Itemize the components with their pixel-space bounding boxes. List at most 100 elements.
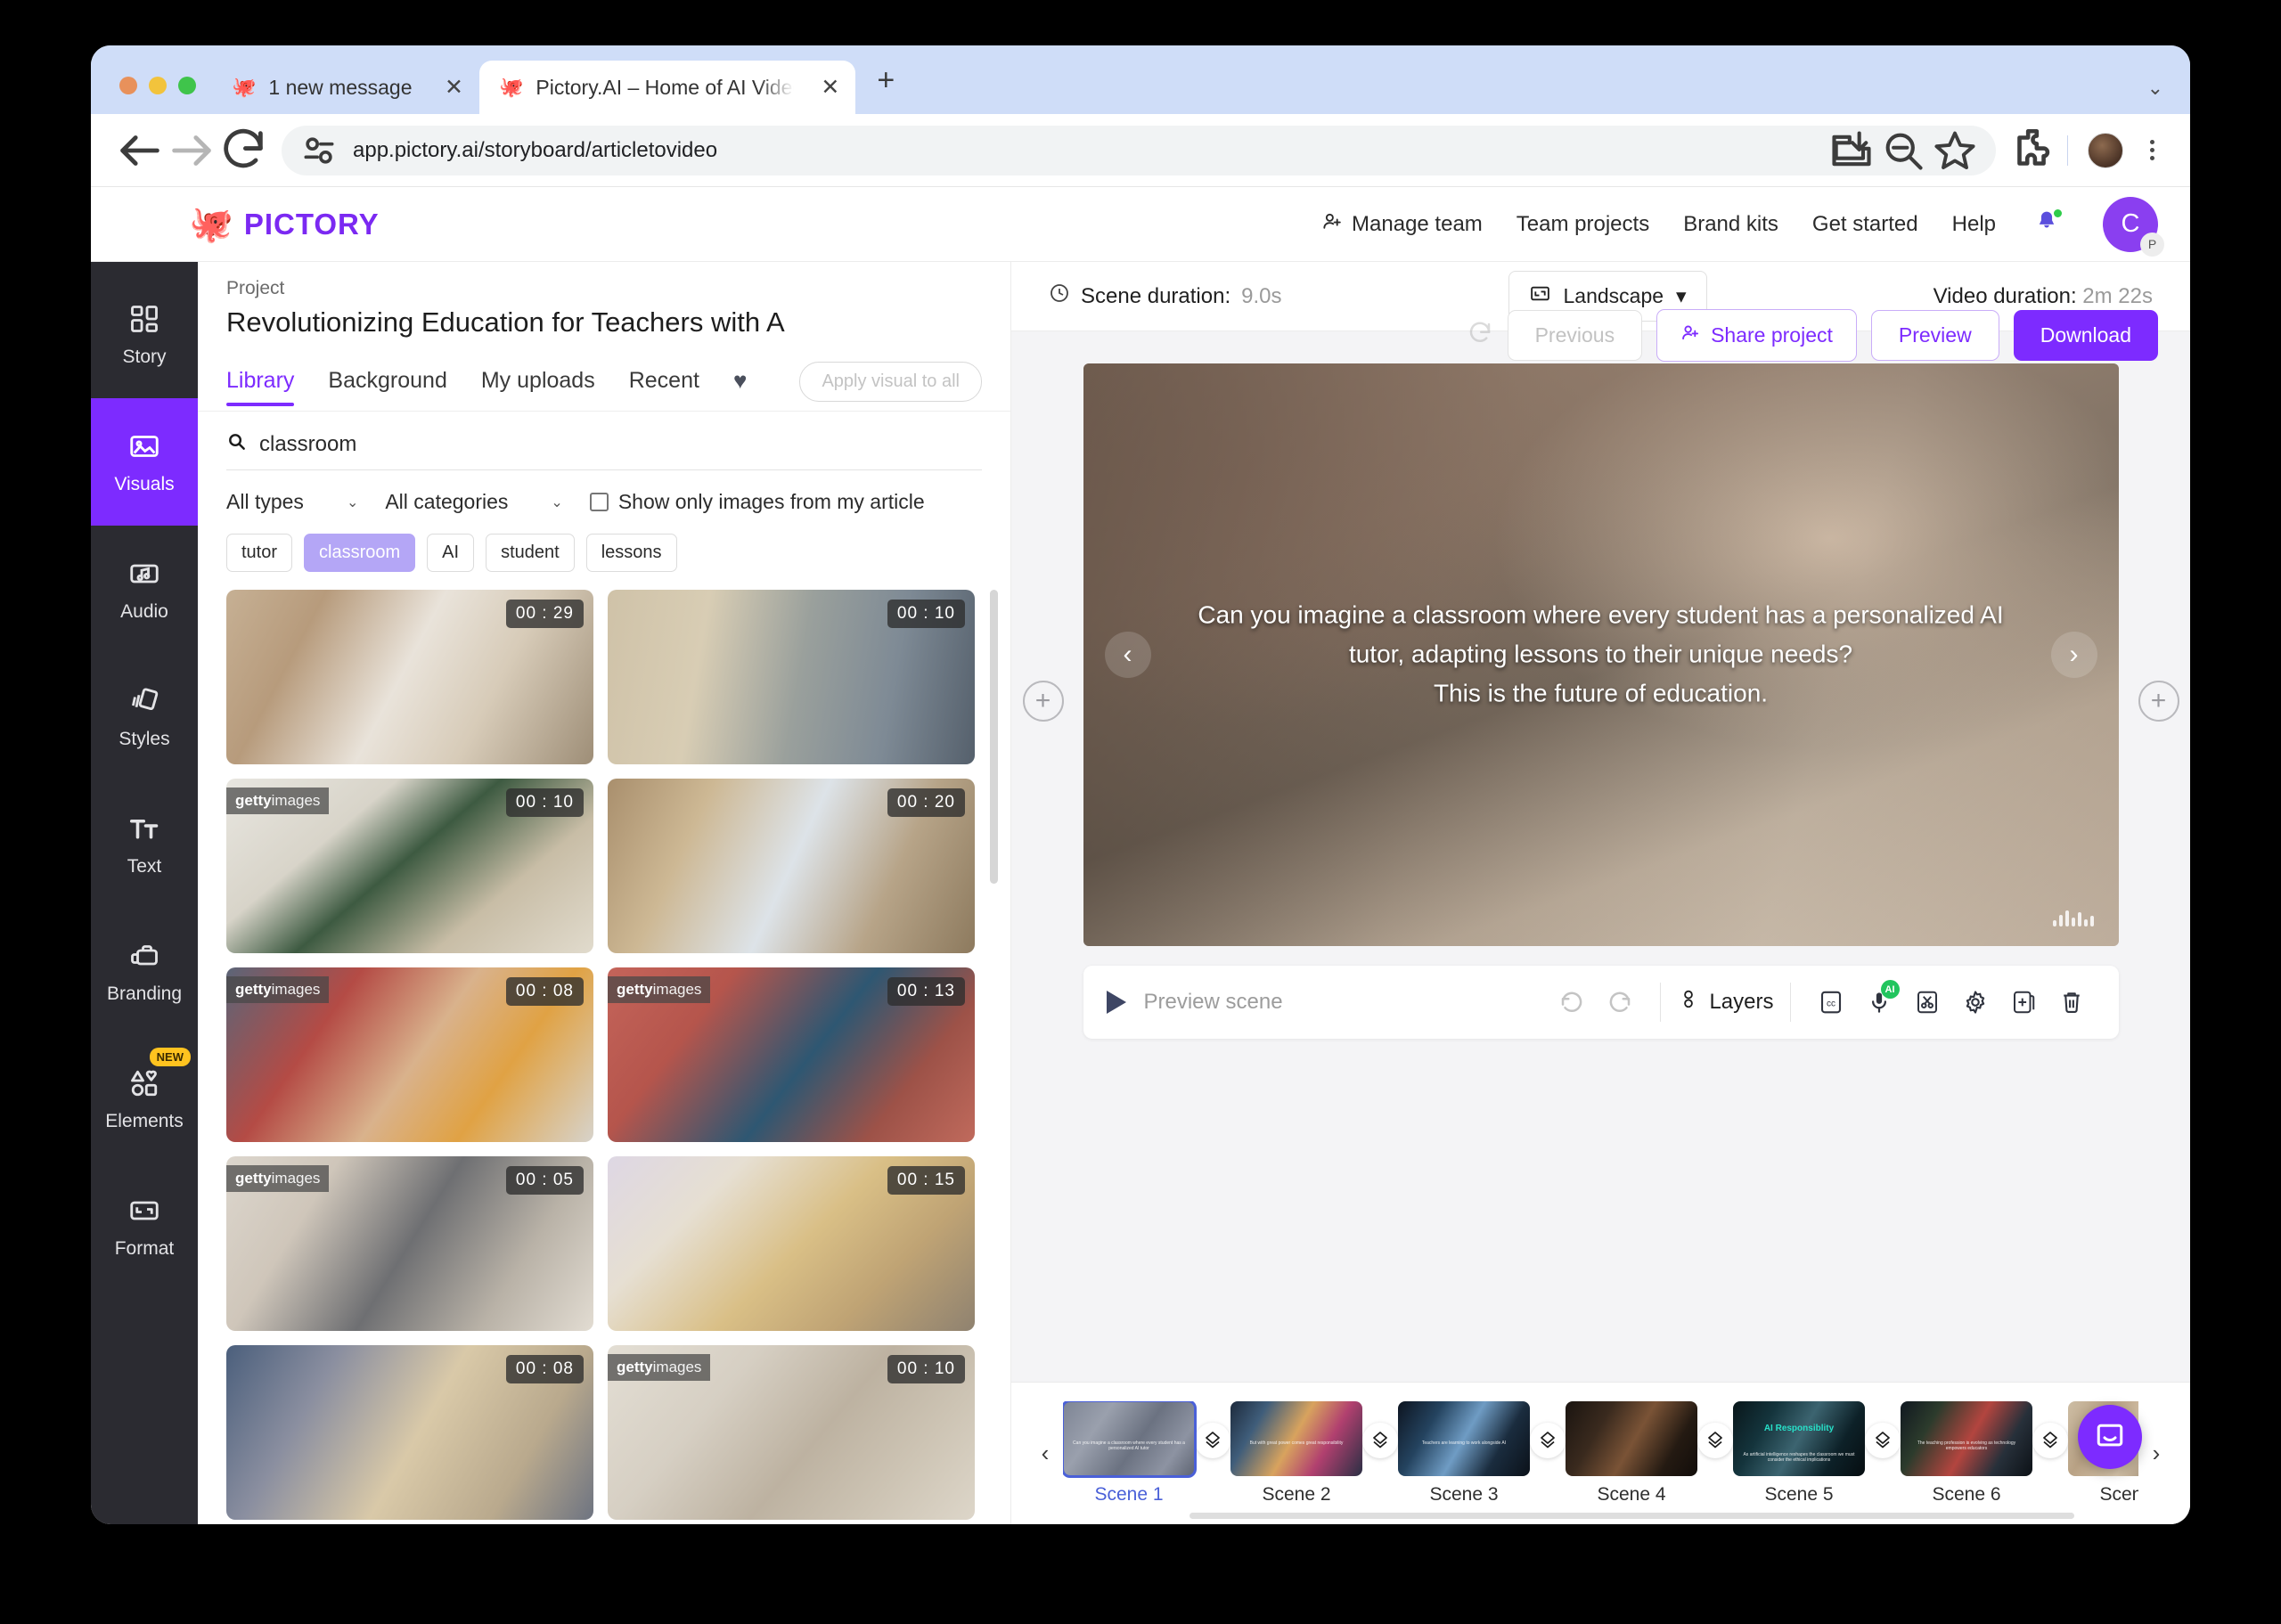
checkbox-box[interactable] — [589, 493, 609, 511]
profile-avatar-icon[interactable] — [2088, 132, 2123, 168]
show-only-article-images-checkbox[interactable]: Show only images from my article — [589, 490, 925, 514]
all-categories-select[interactable]: All categories ⌄ — [385, 490, 589, 514]
gear-icon[interactable] — [1951, 978, 1999, 1026]
all-types-select[interactable]: All types ⌄ — [226, 490, 385, 514]
avatar[interactable]: C P — [2103, 196, 2164, 257]
scene-thumbnail[interactable]: AI Responsiblity As artificial intellige… — [1733, 1401, 1865, 1476]
close-icon[interactable]: ✕ — [806, 74, 839, 101]
browser-tab-2[interactable]: 🐙 Pictory.AI – Home of AI Video ✕ — [479, 61, 856, 114]
maximize-window-button[interactable] — [178, 77, 196, 94]
add-scene-before-button[interactable]: + — [1022, 681, 1064, 722]
tab-library[interactable]: Library — [226, 368, 295, 406]
scene-item[interactable]: AI Responsiblity As artificial intellige… — [1733, 1401, 1865, 1506]
library-scrollbar[interactable] — [990, 590, 998, 884]
forward-arrow-icon[interactable] — [166, 125, 217, 176]
sidebar-item-format[interactable]: Format — [91, 1163, 198, 1290]
scene-transition-button[interactable] — [1865, 1422, 1901, 1458]
new-tab-button[interactable]: + — [855, 63, 912, 114]
search-input[interactable]: classroom — [226, 431, 982, 470]
scene-transition-button[interactable] — [1697, 1422, 1733, 1458]
address-bar[interactable]: app.pictory.ai/storyboard/articletovideo — [282, 125, 1996, 175]
scene-transition-button[interactable] — [2032, 1422, 2068, 1458]
scene-item[interactable]: Can you imagine a classroom where every … — [1063, 1401, 1197, 1506]
microphone-icon[interactable]: AI — [1855, 978, 1903, 1026]
layers-button[interactable]: Layers — [1677, 988, 1774, 1017]
play-icon[interactable] — [1106, 991, 1126, 1014]
pictory-logo[interactable]: 🐙 PICTORY — [189, 207, 380, 242]
bookmark-star-icon[interactable] — [1932, 127, 1978, 174]
nav-help[interactable]: Help — [1952, 212, 1996, 237]
heart-icon[interactable]: ♥ — [733, 367, 747, 406]
sidebar-item-styles[interactable]: Styles — [91, 653, 198, 780]
scene-thumbnail[interactable]: The teaching profession is evolving as t… — [1901, 1401, 2032, 1476]
scene-item[interactable]: Scene 4 — [1566, 1401, 1697, 1506]
scenes-horizontal-scrollbar[interactable] — [1190, 1513, 2074, 1519]
preview-button[interactable]: Preview — [1870, 310, 1999, 361]
previous-button[interactable]: Previous — [1507, 310, 1643, 361]
chevron-down-icon[interactable]: ⌄ — [2147, 77, 2163, 100]
scene-thumbnail[interactable]: Can you imagine a classroom where every … — [1063, 1401, 1197, 1478]
chip-tutor[interactable]: tutor — [226, 534, 293, 572]
chevron-right-icon[interactable]: › — [2050, 632, 2097, 678]
sidebar-item-text[interactable]: Text — [91, 780, 198, 908]
sidebar-item-elements[interactable]: NEW Elements — [91, 1035, 198, 1163]
library-result-item[interactable]: gettyimages 00 : 10 — [608, 1345, 975, 1520]
sidebar-item-visuals[interactable]: Visuals — [91, 398, 198, 526]
scene-item[interactable]: Teachers are learning to work alongside … — [1398, 1401, 1530, 1506]
notifications-button[interactable] — [2030, 208, 2064, 239]
scene-thumbnail[interactable] — [1566, 1401, 1697, 1476]
apply-visual-to-all-button[interactable]: Apply visual to all — [799, 362, 982, 402]
chip-student[interactable]: student — [486, 534, 575, 572]
scenes-next-button[interactable]: › — [2138, 1440, 2174, 1467]
preview-scene-label[interactable]: Preview scene — [1144, 990, 1283, 1015]
browser-tab-1[interactable]: 🐙 1 new message ✕ — [212, 61, 479, 114]
intercom-chat-button[interactable] — [2078, 1405, 2142, 1469]
chevron-left-icon[interactable]: ‹ — [1104, 632, 1151, 678]
nav-get-started[interactable]: Get started — [1812, 212, 1918, 237]
site-settings-icon[interactable] — [299, 131, 339, 170]
tab-background[interactable]: Background — [328, 368, 446, 405]
redo-icon[interactable] — [1596, 978, 1644, 1026]
undo-icon[interactable] — [1548, 978, 1596, 1026]
sidebar-item-branding[interactable]: Branding — [91, 908, 198, 1035]
library-result-item[interactable]: gettyimages 00 : 08 — [226, 967, 593, 1142]
scene-item[interactable]: But with great power comes great respons… — [1230, 1401, 1362, 1506]
trash-icon[interactable] — [2048, 978, 2096, 1026]
chip-classroom[interactable]: classroom — [304, 534, 416, 572]
library-result-item[interactable]: 00 : 08 — [226, 1345, 593, 1520]
closed-caption-icon[interactable]: cc — [1807, 978, 1855, 1026]
library-result-item[interactable]: gettyimages 00 : 10 — [226, 779, 593, 953]
scissors-icon[interactable] — [1903, 978, 1951, 1026]
nav-brand-kits[interactable]: Brand kits — [1683, 212, 1778, 237]
extensions-puzzle-icon[interactable] — [2007, 125, 2058, 176]
scene-thumbnail[interactable]: Teachers are learning to work alongside … — [1398, 1401, 1530, 1476]
refresh-icon[interactable] — [1467, 320, 1493, 351]
install-app-icon[interactable] — [1828, 127, 1875, 174]
library-result-item[interactable]: 00 : 29 — [226, 590, 593, 764]
duplicate-icon[interactable] — [1999, 978, 2048, 1026]
chip-lessons[interactable]: lessons — [585, 534, 677, 572]
tab-my-uploads[interactable]: My uploads — [481, 368, 595, 405]
scene-transition-button[interactable] — [1530, 1422, 1566, 1458]
tab-recent[interactable]: Recent — [629, 368, 699, 405]
minimize-window-button[interactable] — [149, 77, 167, 94]
scene-item[interactable]: The teaching profession is evolving as t… — [1901, 1401, 2032, 1506]
kebab-menu-icon[interactable] — [2138, 140, 2167, 160]
close-window-button[interactable] — [119, 77, 137, 94]
chip-ai[interactable]: AI — [427, 534, 475, 572]
close-icon[interactable]: ✕ — [430, 74, 463, 101]
nav-team-projects[interactable]: Team projects — [1517, 212, 1649, 237]
scene-preview[interactable]: ‹ › Can you imagine a classroom where ev… — [1083, 363, 2119, 946]
scenes-prev-button[interactable]: ‹ — [1027, 1440, 1063, 1467]
download-button[interactable]: Download — [2013, 310, 2158, 361]
library-result-item[interactable]: gettyimages 00 : 05 — [226, 1156, 593, 1331]
page-title[interactable]: Revolutionizing Education for Teachers w… — [226, 306, 982, 339]
library-results-scroll[interactable]: 00 : 29 00 : 10 gettyimages 00 : 10 00 :… — [198, 590, 1010, 1524]
scene-thumbnail[interactable]: But with great power comes great respons… — [1230, 1401, 1362, 1476]
sidebar-item-audio[interactable]: Audio — [91, 526, 198, 653]
add-scene-after-button[interactable]: + — [2138, 681, 2179, 722]
library-result-item[interactable]: 00 : 20 — [608, 779, 975, 953]
zoom-out-icon[interactable] — [1880, 127, 1926, 174]
library-result-item[interactable]: 00 : 10 — [608, 590, 975, 764]
reload-icon[interactable] — [217, 125, 269, 176]
